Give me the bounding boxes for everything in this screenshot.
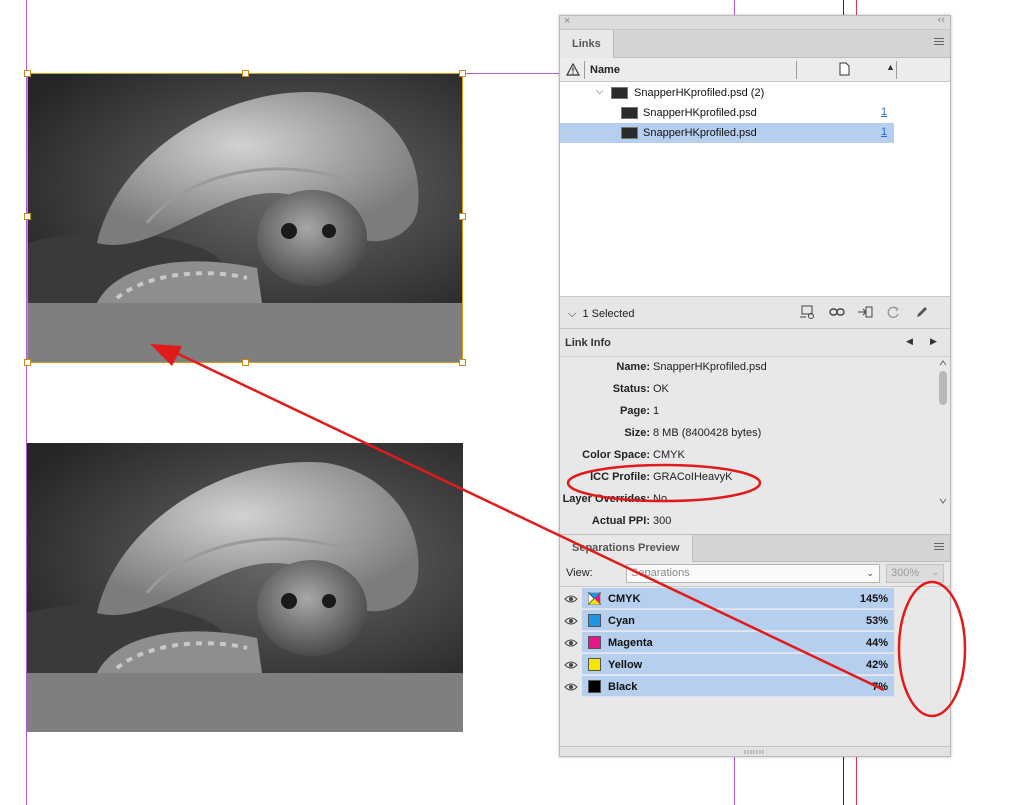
chevron-down-icon: ⌄ [866, 568, 874, 578]
tab-separations-preview[interactable]: Separations Preview [560, 535, 693, 562]
image-thumbnail-icon [621, 107, 638, 119]
page-column-icon[interactable] [839, 62, 850, 76]
ink-row-black[interactable]: Black 7% [560, 676, 894, 698]
separations-panel-menu-icon[interactable] [934, 543, 944, 553]
grip-icon [744, 750, 764, 754]
info-row-name: Name: SnapperHKprofiled.psd [616, 361, 767, 373]
zoom-select[interactable]: 300% ⌄ [886, 564, 944, 583]
info-row-size: Size: 8 MB (8400428 bytes) [624, 427, 762, 439]
image-thumbnail-icon [611, 87, 628, 99]
update-link-icon[interactable] [885, 305, 901, 319]
cyan-swatch-icon [588, 614, 601, 627]
resize-handle-s[interactable] [242, 359, 249, 366]
eye-icon[interactable] [564, 638, 578, 648]
panel-titlebar: × ‹‹ [560, 14, 950, 30]
links-list: ⌵ SnapperHKprofiled.psd (2) SnapperHKpro… [560, 82, 950, 297]
eye-icon[interactable] [564, 594, 578, 604]
eye-icon[interactable] [564, 682, 578, 692]
image-thumbnail-icon [621, 127, 638, 139]
tab-links[interactable]: Links [560, 30, 614, 58]
magenta-swatch-icon [588, 636, 601, 649]
separations-list: CMYK 145% Cyan 53% Magenta 44% Yellow 42… [560, 586, 950, 698]
gray-fill-band-bottom [27, 673, 463, 732]
close-icon[interactable]: × [564, 15, 570, 27]
collapse-panel-icon[interactable]: ‹‹ [938, 14, 945, 26]
yellow-swatch-icon [588, 658, 601, 671]
list-item[interactable]: ⌵ SnapperHKprofiled.psd (2) [560, 83, 894, 103]
ink-row-cmyk[interactable]: CMYK 145% [560, 588, 894, 610]
page-link[interactable]: 1 [881, 106, 887, 118]
info-row-icc-profile: ICC Profile: GRACoIHeavyK [590, 471, 733, 483]
eye-icon[interactable] [564, 616, 578, 626]
resize-handle-w[interactable] [24, 213, 31, 220]
separations-tabbar: Separations Preview [560, 534, 950, 562]
resize-grip[interactable] [560, 746, 950, 756]
eye-icon[interactable] [564, 660, 578, 670]
margin-guide-top [462, 73, 562, 74]
chevron-down-icon: ⌄ [931, 567, 939, 577]
info-row-status: Status: OK [612, 383, 669, 395]
ink-row-cyan[interactable]: Cyan 53% [560, 610, 894, 632]
cmyk-swatch-icon [588, 592, 601, 605]
previous-link-icon[interactable]: ◀ [906, 336, 913, 347]
selection-count: ⌵ 1 Selected [568, 308, 635, 320]
info-row-page: Page: 1 [620, 405, 660, 417]
column-name-header[interactable]: Name [590, 64, 620, 76]
ink-row-magenta[interactable]: Magenta 44% [560, 632, 894, 654]
link-info-header: Link Info ◀ ▶ [560, 329, 950, 357]
next-link-icon[interactable]: ▶ [930, 336, 937, 347]
image-frame-bottom[interactable] [27, 443, 463, 732]
warning-icon[interactable] [566, 63, 580, 76]
resize-handle-e[interactable] [459, 213, 466, 220]
ink-row-yellow[interactable]: Yellow 42% [560, 654, 894, 676]
resize-handle-ne[interactable] [459, 70, 466, 77]
panel-dock: × ‹‹ Links Name ▲ ⌵ SnapperHKprofiled.ps… [559, 14, 951, 757]
selection-border [27, 73, 463, 363]
view-select[interactable]: Separations ⌄ [626, 564, 880, 583]
info-row-actual-ppi: Actual PPI: 300 [591, 515, 672, 527]
resize-handle-nw[interactable] [24, 70, 31, 77]
black-swatch-icon [588, 680, 601, 693]
chevron-down-icon[interactable]: ⌵ [568, 308, 576, 320]
separations-view-row: View: Separations ⌄ 300% ⌄ [560, 562, 950, 586]
links-status-bar: ⌵ 1 Selected [560, 297, 950, 329]
go-to-link-icon[interactable] [857, 305, 873, 319]
info-row-layer-overrides: Layer Overrides: No [562, 493, 668, 505]
resize-handle-n[interactable] [242, 70, 249, 77]
links-panel-menu-icon[interactable] [934, 38, 944, 48]
page-link[interactable]: 1 [881, 126, 887, 138]
resize-handle-se[interactable] [459, 359, 466, 366]
list-item[interactable]: SnapperHKprofiled.psd 1 [560, 103, 894, 123]
turtle-photo-bottom [27, 443, 463, 673]
chevron-down-icon[interactable]: ⌵ [596, 86, 604, 97]
relink-cc-icon[interactable] [799, 305, 815, 319]
edit-original-icon[interactable] [914, 305, 930, 319]
link-info-body: Name: SnapperHKprofiled.psd Status: OK Pag… [560, 357, 950, 534]
info-row-color-space: Color Space: CMYK [582, 449, 685, 461]
links-column-header: Name ▲ [560, 58, 950, 82]
sort-ascending-icon[interactable]: ▲ [886, 62, 895, 72]
resize-handle-sw[interactable] [24, 359, 31, 366]
list-item[interactable]: SnapperHKprofiled.psd 1 [560, 123, 894, 143]
link-info-scrollbar[interactable] [938, 359, 948, 509]
links-tabbar: Links [560, 30, 950, 58]
relink-icon[interactable] [829, 305, 845, 319]
